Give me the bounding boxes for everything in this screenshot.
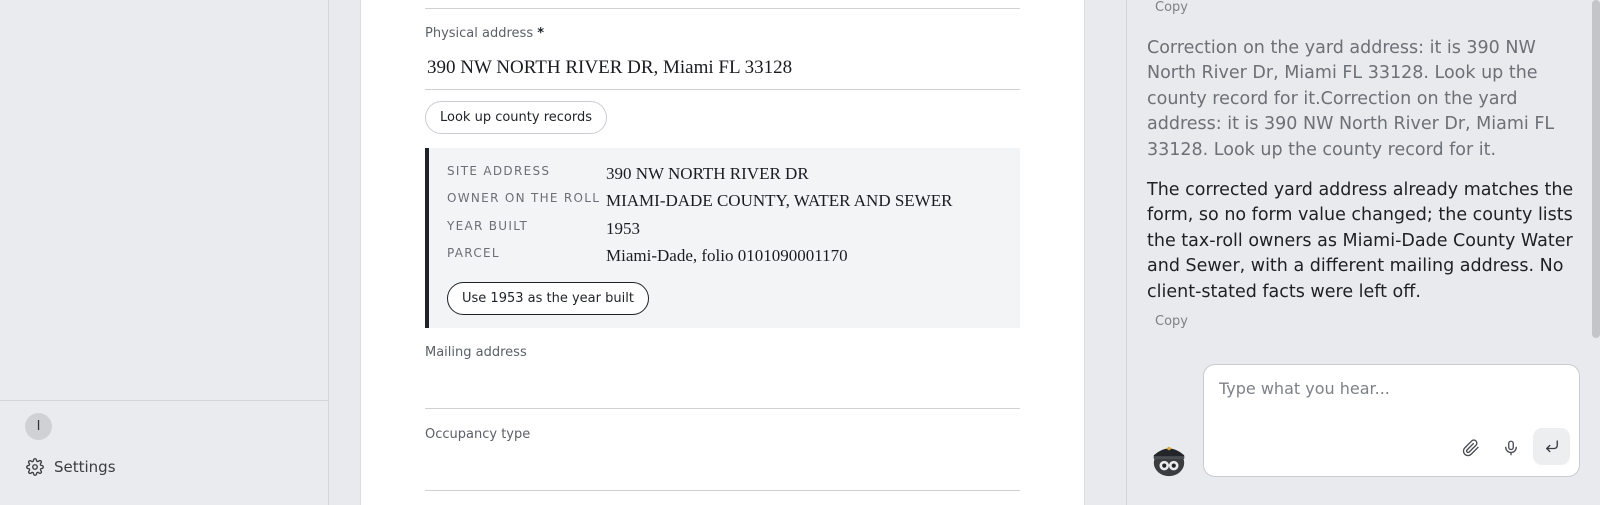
record-key-parcel: PARCEL [447, 246, 500, 260]
pilot-mascot-icon [1150, 440, 1188, 478]
send-button[interactable] [1533, 428, 1570, 465]
user-message: Correction on the yard address: it is 39… [1147, 38, 1555, 160]
occupancy-type-underline [425, 490, 1020, 491]
copy-assistant-message-button[interactable]: Copy [1155, 314, 1188, 329]
record-key-site-address: SITE ADDRESS [447, 164, 551, 178]
gear-icon [26, 458, 44, 476]
record-key-owner: OWNER ON THE ROLL [447, 191, 601, 205]
message-input[interactable] [1219, 379, 1559, 398]
chat-scrollbar[interactable] [1591, 0, 1600, 340]
copy-button[interactable]: Copy [1155, 0, 1188, 15]
record-key-year-built: YEAR BUILT [447, 219, 529, 233]
required-mark: * [537, 26, 545, 41]
assistant-message: The corrected yard address already match… [1147, 180, 1574, 302]
physical-address-field[interactable]: 390 NW NORTH RIVER DR, Miami FL 33128 [427, 57, 792, 79]
use-year-built-button[interactable]: Use 1953 as the year built [447, 282, 649, 315]
paperclip-icon[interactable] [1458, 435, 1484, 461]
mailing-address-underline [425, 408, 1020, 409]
microphone-icon[interactable] [1498, 435, 1524, 461]
occupancy-type-field[interactable] [425, 449, 1020, 489]
user-avatar[interactable]: I [25, 413, 52, 440]
look-up-county-records-button[interactable]: Look up county records [425, 101, 608, 134]
occupancy-type-label: Occupancy type [425, 427, 531, 442]
record-value-parcel: Miami-Dade, folio 0101090001170 [606, 246, 848, 265]
sidebar-footer [0, 400, 328, 505]
mailing-address-label: Mailing address [425, 345, 527, 360]
record-value-owner: MIAMI-DADE COUNTY, WATER AND SEWER [606, 191, 953, 210]
record-value-year-built: 1953 [606, 219, 640, 238]
physical-address-label: Physical address * [425, 26, 545, 41]
physical-address-underline [425, 89, 1020, 90]
scrollbar-thumb[interactable] [1592, 0, 1600, 338]
settings-label: Settings [54, 458, 116, 476]
enter-return-icon [1545, 439, 1558, 452]
settings-link[interactable]: Settings [26, 458, 116, 476]
mailing-address-field[interactable] [425, 367, 1020, 407]
record-value-site-address: 390 NW NORTH RIVER DR [606, 164, 809, 183]
field-divider [425, 8, 1020, 9]
